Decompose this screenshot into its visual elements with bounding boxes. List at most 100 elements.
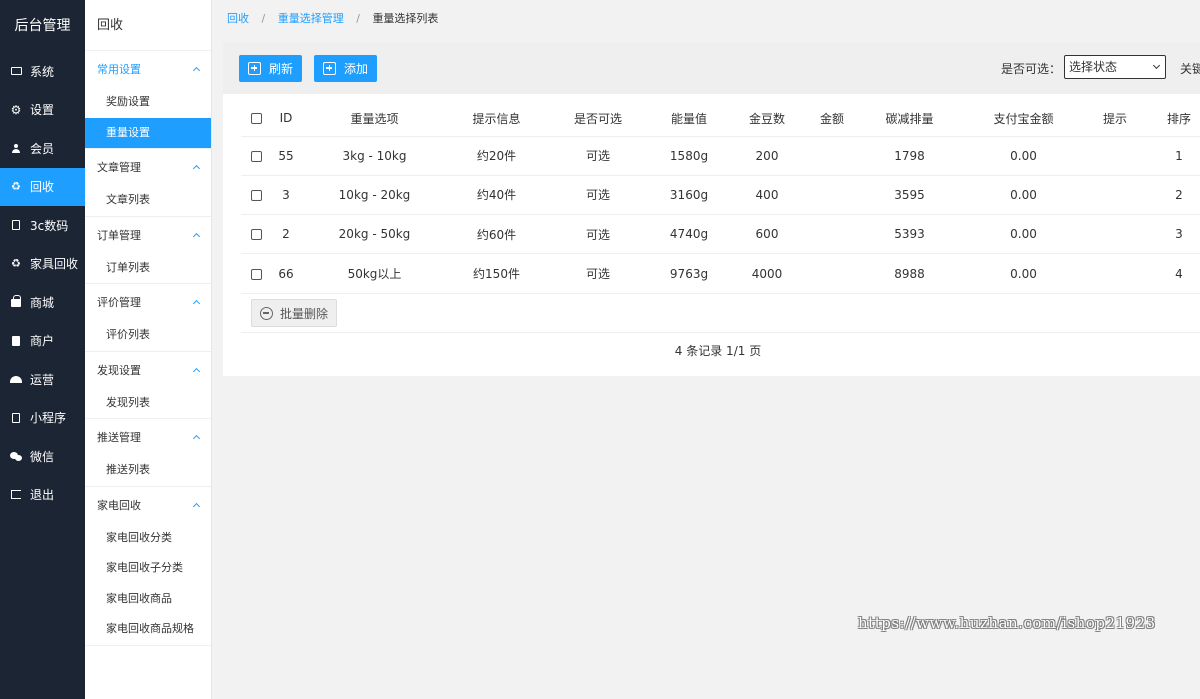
watermark-text: https://www.huzhan.com/ishop21923: [858, 614, 1156, 632]
menu-group-discover: 发现设置 发现列表: [85, 352, 211, 419]
sub-item-reward-settings[interactable]: 奖励设置: [85, 87, 211, 118]
select-all-checkbox[interactable]: [250, 113, 262, 125]
chevron-up-icon: [192, 502, 201, 510]
group-header[interactable]: 订单管理: [85, 217, 211, 253]
nav-item-furniture-recycle[interactable]: ♻ 家具回收: [0, 245, 85, 284]
dashboard-icon: [10, 373, 22, 385]
nav-item-operation[interactable]: 运营: [0, 360, 85, 399]
menu-group-order: 订单管理 订单列表: [85, 217, 211, 284]
table-cell: 约40件: [448, 175, 545, 216]
sub-item-order-list[interactable]: 订单列表: [85, 253, 211, 284]
row-select-cell: [241, 214, 271, 255]
mini-program-icon: [10, 412, 22, 424]
chevron-up-icon: [192, 164, 201, 173]
status-select[interactable]: 选择状态: [1064, 55, 1166, 79]
group-header[interactable]: 文章管理: [85, 149, 211, 185]
nav-item-label: 退出: [30, 488, 55, 503]
nav-item-label: 微信: [30, 449, 55, 464]
table-cell: 3595: [857, 175, 962, 216]
table-cell: [807, 214, 857, 255]
nav-item-logout[interactable]: 退出: [0, 476, 85, 515]
table-cell: 5393: [857, 214, 962, 255]
nav-item-wechat[interactable]: 微信: [0, 437, 85, 476]
filter-label: 是否可选：: [1001, 62, 1062, 76]
main-sidebar: 后台管理 系统 ⚙ 设置 会员 ♻ 回收 3c数码 ♻ 家具回收 商城 商户 运…: [0, 0, 85, 699]
sub-item-appliance-goods-spec[interactable]: 家电回收商品规格: [85, 614, 211, 645]
refresh-button[interactable]: 刷新: [239, 54, 303, 82]
sub-item-review-list[interactable]: 评价列表: [85, 320, 211, 351]
menu-group-review: 评价管理 评价列表: [85, 284, 211, 352]
table-cell: 可选: [545, 136, 651, 176]
nav-item-label: 商城: [30, 295, 55, 310]
sub-item-push-list[interactable]: 推送列表: [85, 455, 211, 486]
nav-item-label: 商户: [30, 334, 55, 349]
minus-circle-icon: [260, 306, 273, 320]
user-icon: [10, 142, 22, 154]
menu-group-push: 推送管理 推送列表: [85, 419, 211, 487]
table-cell: [807, 175, 857, 216]
nav-item-3c-digital[interactable]: 3c数码: [0, 206, 85, 245]
group-header[interactable]: 推送管理: [85, 419, 211, 455]
table-cell: 50kg以上: [301, 253, 448, 294]
table-cell: 8988: [857, 253, 962, 294]
sub-item-discover-list[interactable]: 发现列表: [85, 388, 211, 419]
group-title: 常用设置: [97, 63, 141, 76]
column-header: 是否可选: [545, 101, 651, 137]
nav-item-label: 回收: [30, 180, 55, 195]
table-cell: [807, 136, 857, 176]
group-header[interactable]: 评价管理: [85, 284, 211, 320]
nav-item-label: 系统: [30, 64, 55, 79]
menu-group-article: 文章管理 文章列表: [85, 149, 211, 217]
keyword-label: 关键: [1180, 62, 1200, 76]
column-header: 金额: [807, 101, 857, 137]
row-select-cell: [241, 175, 271, 216]
nav-item-recycle[interactable]: ♻ 回收: [0, 167, 85, 206]
table-cell: 55: [271, 136, 301, 176]
recycle-icon: ♻: [11, 180, 21, 194]
group-header[interactable]: 发现设置: [85, 352, 211, 388]
row-checkbox[interactable]: [250, 189, 262, 201]
table-row: 2 20kg - 50kg 约60件 可选 4740g 600 5393 0.0…: [241, 214, 1200, 255]
add-button[interactable]: 添加: [314, 54, 378, 82]
sub-item-appliance-category[interactable]: 家电回收分类: [85, 523, 211, 554]
table-cell: 400: [727, 175, 807, 216]
sub-item-appliance-goods[interactable]: 家电回收商品: [85, 584, 211, 615]
table-cell: [1085, 214, 1145, 255]
shopping-bag-icon: [10, 295, 22, 308]
table-row: 66 50kg以上 约150件 可选 9763g 4000 8988 0.00 …: [241, 253, 1200, 294]
row-checkbox[interactable]: [250, 150, 262, 162]
table-cell: 约150件: [448, 253, 545, 294]
group-header[interactable]: 常用设置: [85, 51, 211, 87]
breadcrumb-link-weight-manage[interactable]: 重量选择管理: [278, 12, 344, 25]
batch-delete-button[interactable]: 批量删除: [251, 299, 338, 327]
table-header-row: ID 重量选项 提示信息 是否可选 能量值 金豆数 金额 碳减排量 支付宝金额 …: [241, 101, 1200, 137]
sub-sidebar: 回收 常用设置 奖励设置 重量设置 文章管理 文章列表 订单管理 订单列表 评价…: [85, 0, 212, 699]
nav-item-merchant[interactable]: 商户: [0, 322, 85, 361]
sub-item-article-list[interactable]: 文章列表: [85, 185, 211, 216]
nav-item-mall[interactable]: 商城: [0, 283, 85, 322]
row-checkbox[interactable]: [250, 268, 262, 280]
plus-square-icon: [248, 61, 261, 75]
table-cell: 3: [1145, 214, 1200, 255]
table-cell: 约20件: [448, 136, 545, 176]
table-cell: 0.00: [962, 175, 1085, 216]
table-footer-row: 批量删除: [241, 295, 1200, 333]
nav-item-settings[interactable]: ⚙ 设置: [0, 91, 85, 130]
breadcrumb-current: 重量选择列表: [372, 12, 439, 25]
menu-group-appliance-recycle: 家电回收 家电回收分类 家电回收子分类 家电回收商品 家电回收商品规格: [85, 487, 211, 646]
column-header: 碳减排量: [857, 101, 962, 137]
nav-item-mini-program[interactable]: 小程序: [0, 399, 85, 438]
table-cell: 3kg - 10kg: [301, 136, 448, 176]
sub-item-weight-settings[interactable]: 重量设置: [85, 117, 211, 148]
device-icon: [10, 219, 22, 231]
row-checkbox[interactable]: [250, 229, 262, 241]
sub-item-appliance-subcategory[interactable]: 家电回收子分类: [85, 553, 211, 584]
column-header: 重量选项: [301, 101, 448, 137]
nav-item-members[interactable]: 会员: [0, 129, 85, 168]
table-cell: 4000: [727, 253, 807, 294]
breadcrumb-link-recycle[interactable]: 回收: [227, 12, 249, 25]
breadcrumb-separator: /: [356, 12, 360, 25]
group-header[interactable]: 家电回收: [85, 487, 211, 523]
column-header: 排序: [1145, 101, 1200, 137]
nav-item-system[interactable]: 系统: [0, 52, 85, 91]
